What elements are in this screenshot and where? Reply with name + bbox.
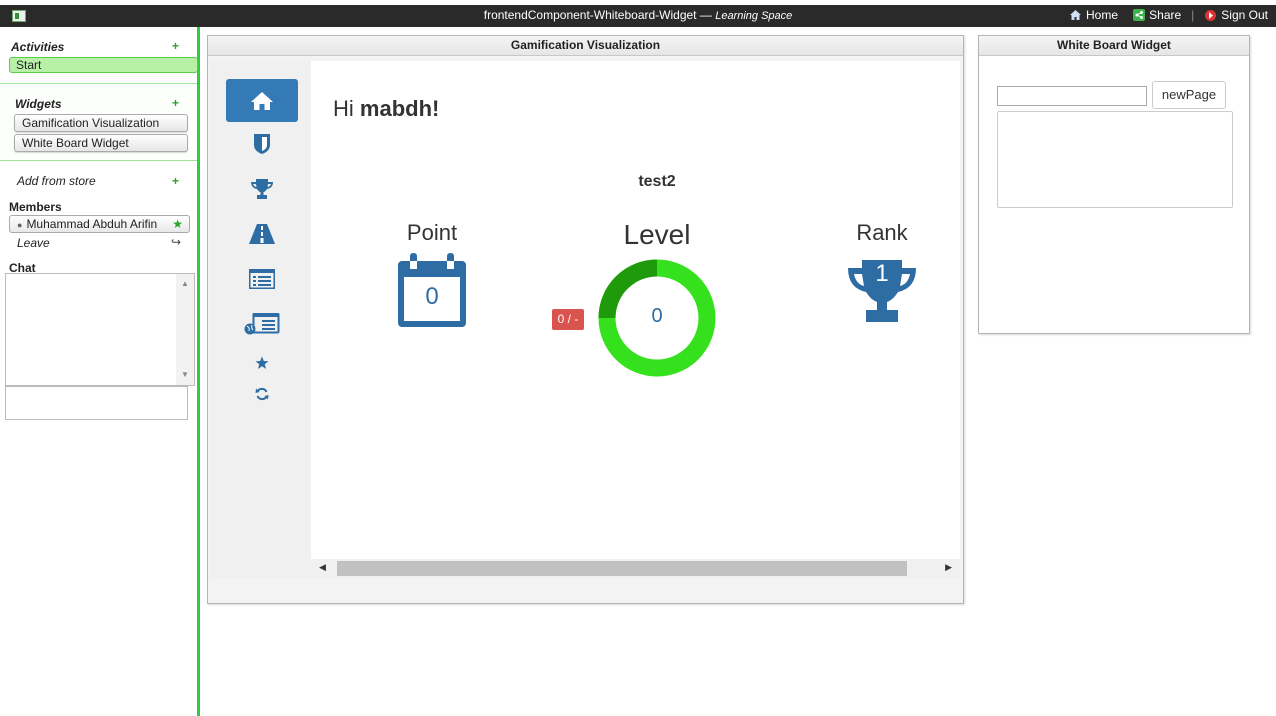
point-value: 0 [425, 283, 439, 310]
nav-quests-button[interactable] [226, 214, 298, 254]
whiteboard-widget: White Board Widget newPage [978, 35, 1250, 334]
nav-badges-button[interactable] [226, 124, 298, 164]
add-widget-button[interactable]: + [172, 96, 179, 110]
signout-link[interactable]: Sign Out [1204, 8, 1268, 22]
horizontal-scrollbar[interactable]: ◀ ▶ [311, 559, 960, 578]
badge-icon [254, 134, 270, 154]
nav-leaderboard-button[interactable] [226, 259, 298, 299]
nav-separator: | [1191, 8, 1195, 22]
home-link[interactable]: Home [1069, 8, 1118, 22]
chat-input[interactable] [5, 386, 188, 420]
add-from-store-button[interactable]: + [172, 174, 179, 188]
scrollbar-thumb[interactable] [337, 561, 907, 576]
home-icon [1070, 10, 1081, 20]
add-activity-button[interactable]: + [172, 39, 179, 53]
level-value: 0 [651, 305, 663, 327]
leave-icon[interactable]: ↪ [171, 235, 181, 249]
home-link-label: Home [1086, 8, 1119, 22]
nav-achievements-button[interactable] [226, 169, 298, 209]
refresh-icon [255, 387, 269, 401]
level-label: Level [623, 219, 691, 250]
nav-separator: | [1124, 8, 1128, 22]
widget-gamification-button[interactable]: Gamification Visualization [14, 114, 188, 132]
activity-start[interactable]: Start [9, 57, 198, 73]
signout-link-label: Sign Out [1221, 8, 1268, 22]
top-bar: frontendComponent-Whiteboard-Widget — Le… [0, 5, 1276, 27]
scroll-down-icon[interactable]: ▼ [181, 370, 189, 379]
whiteboard-title: White Board Widget [979, 36, 1249, 56]
trophy-icon [251, 179, 273, 199]
activities-heading: Activities [11, 40, 65, 54]
gamification-frame: Hi mabdh! test2 Point 0 Level 0 / - 0 Ra… [211, 61, 960, 578]
share-icon [1133, 9, 1146, 21]
nav-refresh-button[interactable] [226, 374, 298, 414]
username: mabdh! [359, 96, 440, 121]
scroll-up-icon[interactable]: ▲ [181, 279, 189, 288]
share-link-label: Share [1149, 8, 1182, 22]
point-label: Point [406, 220, 458, 245]
widgets-heading: Widgets [15, 97, 62, 111]
sidebar: Activities + Start Widgets + Gamificatio… [0, 27, 200, 716]
page-title: frontendComponent-Whiteboard-Widget — [483, 8, 712, 22]
widgets-section: Widgets + Gamification Visualization Whi… [0, 83, 197, 161]
game-name: test2 [638, 173, 676, 190]
share-link[interactable]: Share [1133, 8, 1181, 22]
add-from-store-link[interactable]: Add from store [17, 174, 96, 188]
gamification-widget: Gamification Visualization Hi mabdh! tes… [207, 35, 964, 604]
space-name: Learning Space [715, 10, 793, 22]
scroll-right-icon[interactable]: ▶ [945, 562, 952, 573]
nav-global-leaderboard-button[interactable] [226, 304, 298, 344]
gamification-nav [211, 61, 311, 578]
rank-value: 1 [875, 260, 889, 287]
nav-home-button[interactable] [226, 79, 298, 122]
top-nav: Home | Share | Sign Out [1069, 8, 1268, 22]
new-page-button[interactable]: newPage [1152, 81, 1226, 109]
home-icon [251, 91, 273, 110]
chat-scrollbar[interactable]: ▲ ▼ [176, 274, 194, 385]
member-item[interactable]: ● Muhammad Abduh Arifin ★ [9, 215, 190, 233]
rank-label: Rank [856, 220, 908, 245]
member-name: Muhammad Abduh Arifin [26, 217, 158, 231]
members-heading: Members [9, 200, 62, 214]
global-list-icon [244, 313, 280, 335]
widget-whiteboard-button[interactable]: White Board Widget [14, 134, 188, 152]
online-dot-icon: ● [17, 220, 23, 230]
list-icon [249, 269, 275, 289]
gamification-title: Gamification Visualization [208, 36, 963, 56]
gamification-content: Hi mabdh! test2 Point 0 Level 0 / - 0 Ra… [311, 61, 960, 578]
level-badge: 0 / - [552, 309, 584, 330]
leave-link[interactable]: Leave [17, 236, 50, 250]
owner-star-icon: ★ [172, 217, 183, 231]
road-icon [249, 224, 275, 244]
page-name-input[interactable] [997, 86, 1147, 106]
star-icon [255, 356, 269, 369]
greeting-prefix: Hi [333, 96, 360, 121]
signout-icon [1205, 9, 1217, 21]
chat-log[interactable]: ▲ ▼ [5, 273, 195, 386]
greeting: Hi mabdh! [333, 96, 439, 122]
scroll-left-icon[interactable]: ◀ [319, 562, 326, 573]
whiteboard-textarea[interactable] [997, 111, 1233, 208]
